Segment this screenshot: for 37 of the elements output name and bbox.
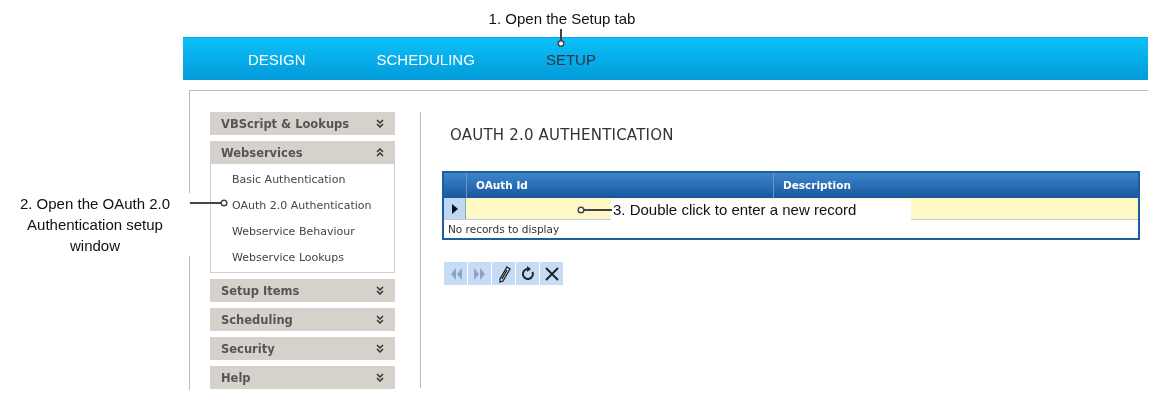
empty-message: No records to display [447,222,561,237]
page-title: OAUTH 2.0 AUTHENTICATION [450,126,675,144]
sidebar-item[interactable]: Webservice Behaviour [211,219,394,245]
accordion-header[interactable]: Scheduling [210,308,395,331]
expand-chevron-icon[interactable] [376,119,384,128]
accordion-header[interactable]: VBScript & Lookups [210,112,395,135]
nav-tab[interactable]: SCHEDULING [376,50,475,68]
refresh-button[interactable] [516,262,539,285]
collapse-chevron-icon[interactable] [376,148,384,157]
leader-line [576,205,612,215]
row-pointer-icon [451,203,458,214]
expand-chevron-icon[interactable] [376,373,384,382]
section-title: Setup Items [221,283,300,298]
expand-chevron-icon[interactable] [376,315,384,324]
section-title: Help [221,370,251,385]
accordion-header[interactable]: Security [210,337,395,360]
expand-chevron-icon[interactable] [376,286,384,295]
column-header[interactable]: Description [774,173,1138,198]
edit-button[interactable] [492,262,515,285]
expand-chevron-icon[interactable] [376,344,384,353]
section-title: Scheduling [221,312,293,327]
accordion-header[interactable]: Webservices [210,141,395,164]
section-title: Security [221,341,275,356]
leader-line [556,29,566,48]
sidebar-item[interactable]: Basic Authentication [211,167,394,193]
nav-tab[interactable]: DESIGN [248,50,306,68]
sidebar-item[interactable]: Webservice Lookups [211,245,394,271]
leader-line [190,198,228,208]
callout-text: 3. Double click to enter a new record [611,199,911,220]
nav-tab[interactable]: SETUP [545,50,596,68]
section-title: Webservices [221,145,303,160]
close-icon [542,264,561,283]
sidebar-item[interactable]: OAuth 2.0 Authentication [211,193,394,219]
delete-button[interactable] [540,262,563,285]
accordion-header[interactable]: Setup Items [210,279,395,302]
accordion-header[interactable]: Help [210,366,395,389]
section-title: VBScript & Lookups [221,116,350,131]
